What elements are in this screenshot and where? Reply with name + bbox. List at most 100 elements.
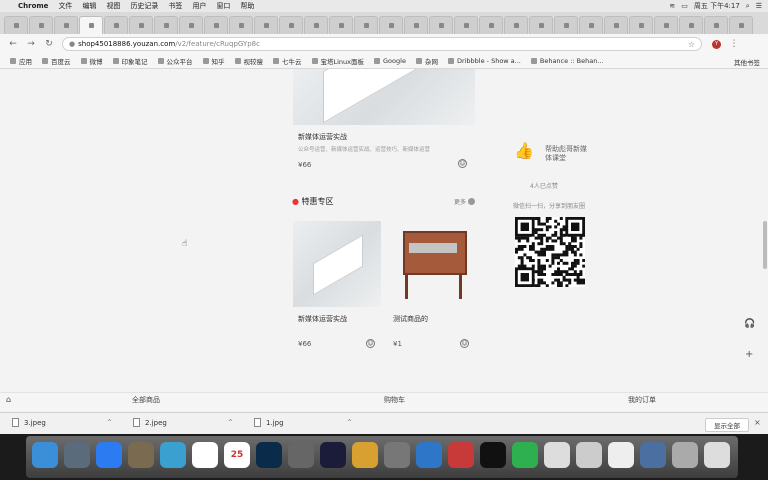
product-image-2[interactable] — [393, 221, 479, 307]
dock-app-icon[interactable] — [32, 442, 58, 468]
bookmark-item[interactable]: Dribbble - Show a... — [447, 57, 521, 65]
nav-cart[interactable]: 购物车 — [384, 395, 405, 405]
cart-add-icon[interactable]: ☺ — [460, 339, 469, 348]
chevron-up-icon[interactable]: ^ — [347, 419, 352, 426]
menu-item-help[interactable]: 帮助 — [240, 1, 254, 11]
dock-app-icon[interactable] — [128, 442, 154, 468]
product-name-1[interactable]: 新媒体运营实战 — [298, 314, 347, 324]
dock-app-icon[interactable] — [416, 442, 442, 468]
browser-tab[interactable] — [279, 16, 303, 34]
menu-item-history[interactable]: 历史记录 — [130, 1, 158, 11]
browser-tab[interactable] — [379, 16, 403, 34]
dock-app-icon[interactable] — [160, 442, 186, 468]
cart-add-icon[interactable]: ☺ — [366, 339, 375, 348]
headset-icon[interactable]: 🎧 — [744, 319, 755, 329]
product-image-1[interactable] — [293, 221, 381, 307]
dock-app-icon[interactable] — [576, 442, 602, 468]
cart-add-icon[interactable]: ☺ — [458, 159, 467, 168]
browser-tab[interactable] — [354, 16, 378, 34]
browser-tab[interactable] — [629, 16, 653, 34]
reload-icon[interactable]: ↻ — [44, 39, 54, 49]
menu-item-bookmarks[interactable]: 书签 — [168, 1, 182, 11]
browser-tab[interactable] — [579, 16, 603, 34]
browser-tab[interactable] — [729, 16, 753, 34]
menu-item-edit[interactable]: 编辑 — [82, 1, 96, 11]
menu-item-window[interactable]: 窗口 — [216, 1, 230, 11]
forward-icon[interactable]: → — [26, 39, 36, 49]
download-item-2[interactable]: 2.jpeg — [133, 418, 167, 427]
dock-app-icon[interactable] — [704, 442, 730, 468]
browser-tab[interactable] — [129, 16, 153, 34]
dock-app-icon[interactable] — [288, 442, 314, 468]
browser-tab[interactable] — [254, 16, 278, 34]
menu-app-name[interactable]: Chrome — [18, 2, 48, 10]
product-image-top[interactable] — [293, 69, 475, 125]
download-item-3[interactable]: 1.jpg — [254, 418, 284, 427]
menu-item-people[interactable]: 用户 — [192, 1, 206, 11]
nav-my-orders[interactable]: 我的订单 — [628, 395, 656, 405]
browser-tab[interactable] — [554, 16, 578, 34]
browser-tab[interactable] — [604, 16, 628, 34]
bookmark-item[interactable]: 应用 — [10, 56, 32, 66]
bookmark-item[interactable]: 百度云 — [42, 56, 71, 66]
dock-app-icon[interactable] — [544, 442, 570, 468]
dock-app-icon[interactable] — [64, 442, 90, 468]
bookmark-item[interactable]: 微博 — [80, 56, 103, 66]
dock-app-icon[interactable] — [256, 442, 282, 468]
dock-app-icon[interactable] — [480, 442, 506, 468]
bookmark-item[interactable]: 公众平台 — [157, 56, 193, 66]
browser-tab[interactable] — [104, 16, 128, 34]
dock-app-icon[interactable] — [96, 442, 122, 468]
plus-icon[interactable]: + — [745, 349, 753, 360]
browser-tab[interactable] — [304, 16, 328, 34]
page-scrollbar[interactable] — [763, 221, 767, 269]
browser-tab[interactable] — [679, 16, 703, 34]
dock-app-icon[interactable] — [512, 442, 538, 468]
dock-app-icon[interactable] — [608, 442, 634, 468]
browser-tab[interactable] — [329, 16, 353, 34]
dock-app-icon[interactable] — [352, 442, 378, 468]
menu-list-icon[interactable]: ☰ — [756, 2, 762, 10]
wifi-icon[interactable]: ≋ — [669, 2, 675, 10]
chevron-up-icon[interactable]: ^ — [107, 419, 112, 426]
dock-app-icon[interactable] — [448, 442, 474, 468]
calendar-icon[interactable]: 25 — [224, 442, 250, 468]
profile-avatar[interactable]: Y — [712, 39, 721, 49]
chevron-up-icon[interactable]: ^ — [228, 419, 233, 426]
browser-tab[interactable] — [454, 16, 478, 34]
dock-app-icon[interactable] — [672, 442, 698, 468]
bookmark-item[interactable]: 知乎 — [202, 56, 225, 66]
download-item-1[interactable]: 3.jpeg — [12, 418, 46, 427]
menu-item-file[interactable]: 文件 — [58, 1, 72, 11]
browser-tab[interactable] — [229, 16, 253, 34]
dock-app-icon[interactable] — [192, 442, 218, 468]
browser-tab[interactable] — [504, 16, 528, 34]
bookmark-item[interactable]: 印象笔记 — [112, 56, 148, 66]
browser-tab[interactable] — [429, 16, 453, 34]
bookmark-item[interactable]: Behance :: Behan... — [530, 57, 604, 65]
back-icon[interactable]: ← — [8, 39, 18, 49]
browser-tab[interactable] — [4, 16, 28, 34]
show-all-downloads-button[interactable]: 显示全部 — [705, 418, 749, 432]
dock-app-icon[interactable] — [320, 442, 346, 468]
browser-tab[interactable] — [479, 16, 503, 34]
other-bookmarks[interactable]: 其他书签 — [734, 57, 760, 67]
product-name-top[interactable]: 新媒体运营实战 — [298, 132, 347, 142]
bookmark-item[interactable]: 七牛云 — [273, 56, 302, 66]
home-icon[interactable]: ⌂ — [6, 395, 11, 404]
nav-all-products[interactable]: 全部商品 — [132, 395, 160, 405]
bookmark-star-icon[interactable]: ☆ — [688, 40, 695, 49]
browser-tab[interactable] — [29, 16, 53, 34]
browser-tab[interactable] — [204, 16, 228, 34]
url-input[interactable]: ● shop45018886.youzan.com /v2/feature/cR… — [62, 37, 702, 51]
more-link[interactable]: 更多 — [454, 197, 476, 206]
bookmark-item[interactable]: 宝塔Linux面板 — [311, 56, 364, 66]
browser-tab[interactable] — [154, 16, 178, 34]
browser-tab[interactable] — [179, 16, 203, 34]
browser-tab[interactable] — [54, 16, 78, 34]
more-menu-icon[interactable]: ⋮ — [729, 39, 739, 49]
dock-app-icon[interactable] — [384, 442, 410, 468]
menu-item-view[interactable]: 视图 — [106, 1, 120, 11]
menubar-clock[interactable]: 周五 下午4:17 — [694, 1, 740, 11]
browser-tab[interactable] — [529, 16, 553, 34]
